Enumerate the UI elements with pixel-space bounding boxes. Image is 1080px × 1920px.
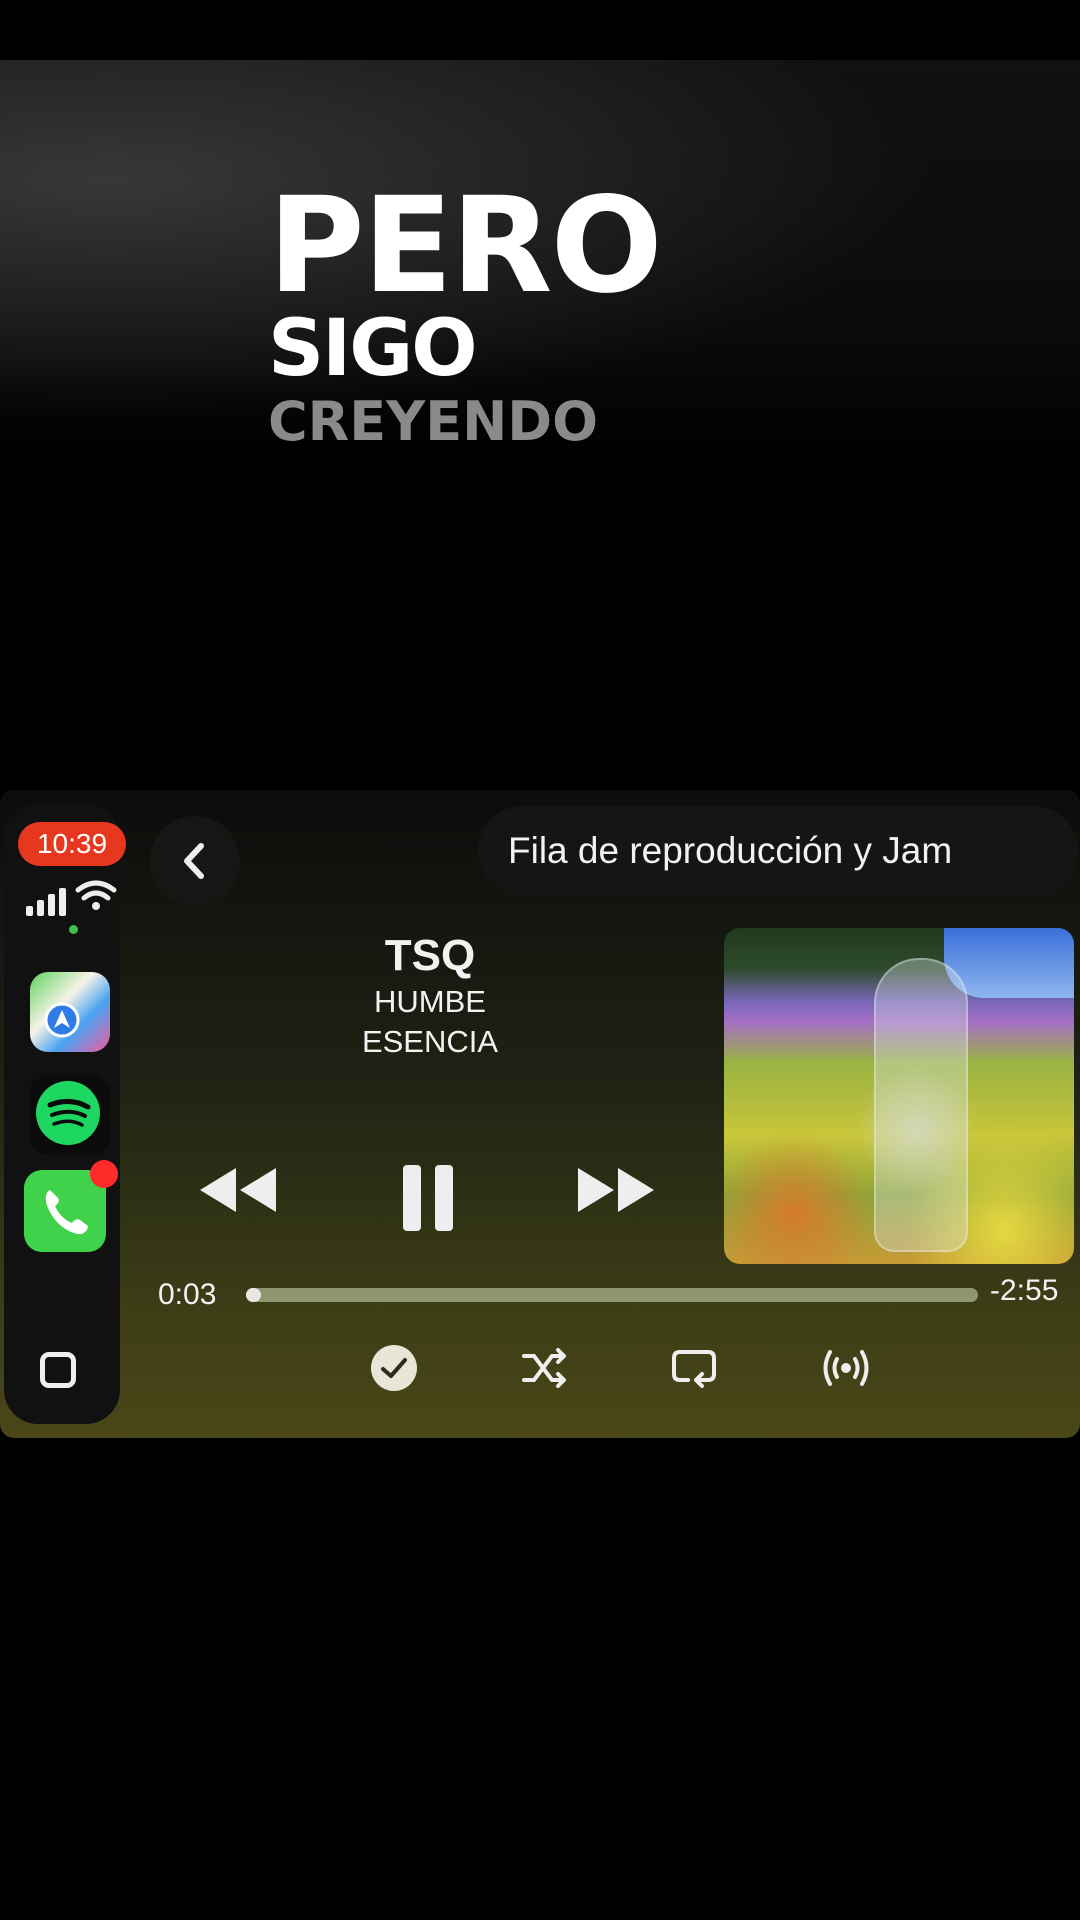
track-info: TSQ HUMBE ESENCIA bbox=[300, 930, 560, 1062]
lyric-line-1: PERO bbox=[268, 169, 663, 323]
track-title: TSQ bbox=[384, 931, 476, 980]
lyric-line-2: SIGO bbox=[268, 304, 478, 394]
mic-indicator-dot bbox=[69, 925, 78, 934]
track-artist: HUMBE bbox=[374, 984, 486, 1019]
connect-button[interactable] bbox=[820, 1342, 872, 1394]
queue-jam-button[interactable]: Fila de reproducción y Jam bbox=[478, 806, 1078, 896]
back-button[interactable] bbox=[150, 816, 240, 906]
progress-fill bbox=[246, 1288, 261, 1302]
status-time: 10:39 bbox=[18, 822, 126, 866]
saved-button[interactable] bbox=[368, 1342, 420, 1394]
spotify-icon[interactable] bbox=[30, 1075, 110, 1155]
forward-icon bbox=[578, 1168, 654, 1212]
artwork-figure bbox=[874, 958, 968, 1252]
app-switcher-icon[interactable] bbox=[40, 1352, 76, 1388]
lyric-line-3: CREYENDO bbox=[268, 390, 599, 453]
rewind-icon bbox=[200, 1168, 276, 1212]
signal-wifi-icon bbox=[26, 880, 117, 916]
notification-badge bbox=[90, 1160, 118, 1188]
shuffle-button[interactable] bbox=[518, 1342, 570, 1394]
track-album: ESENCIA bbox=[361, 1024, 499, 1059]
broadcast-icon bbox=[823, 1350, 869, 1386]
remaining-time: -2:55 bbox=[990, 1274, 1059, 1307]
rewind-button[interactable] bbox=[196, 1160, 280, 1220]
checkmark-circle-icon bbox=[371, 1345, 417, 1391]
elapsed-time: 0:03 bbox=[158, 1278, 217, 1311]
maps-icon[interactable] bbox=[30, 972, 110, 1052]
repeat-button[interactable] bbox=[668, 1342, 720, 1394]
chevron-left-icon bbox=[184, 843, 204, 879]
repeat-icon bbox=[672, 1350, 716, 1388]
shuffle-icon bbox=[522, 1348, 566, 1388]
pause-icon bbox=[403, 1165, 453, 1231]
pause-button[interactable] bbox=[396, 1162, 462, 1234]
carplay-screen: 10:39 Fila de reproducción y Jam TSQ HUM… bbox=[0, 790, 1080, 1438]
progress-bar[interactable] bbox=[246, 1288, 978, 1302]
forward-button[interactable] bbox=[574, 1160, 658, 1220]
album-artwork bbox=[724, 928, 1074, 1264]
